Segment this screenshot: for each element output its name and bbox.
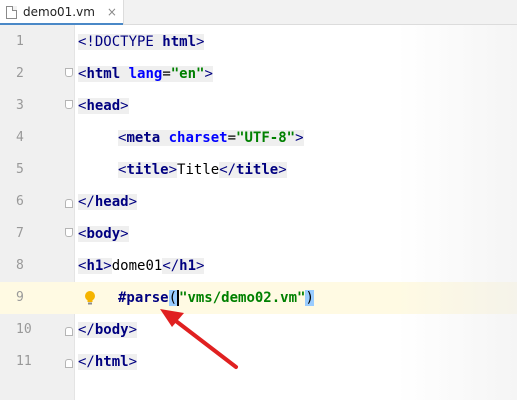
close-icon[interactable]: × [107, 6, 117, 18]
lightbulb-icon[interactable] [84, 290, 96, 306]
code-line[interactable]: 3 <head> [0, 90, 517, 122]
line-number: 5 [16, 162, 24, 177]
fold-open-icon[interactable] [65, 68, 73, 77]
code-line[interactable]: 1 <!DOCTYPE html> [0, 26, 517, 58]
line-number: 4 [16, 130, 24, 145]
code-line[interactable]: 7 <body> [0, 218, 517, 250]
line-number: 8 [16, 258, 24, 273]
code-line[interactable]: 11 </html> [0, 346, 517, 378]
line-number: 1 [16, 34, 24, 49]
code-text[interactable]: <head> [78, 90, 129, 122]
code-text[interactable]: <h1>dome01</h1> [78, 250, 205, 282]
code-text[interactable]: </body> [78, 314, 138, 346]
line-number: 2 [16, 66, 24, 81]
code-text[interactable]: <meta charset="UTF-8"> [118, 122, 304, 154]
code-line[interactable]: 6 </head> [0, 186, 517, 218]
code-line[interactable]: 5 <title>Title</title> [0, 154, 517, 186]
line-number: 6 [16, 194, 24, 209]
code-text[interactable]: <!DOCTYPE html> [78, 26, 205, 58]
file-icon [6, 5, 17, 19]
line-number: 11 [16, 354, 32, 369]
code-text[interactable]: </html> [78, 346, 138, 378]
code-text[interactable]: <body> [78, 218, 129, 250]
code-line[interactable]: 10 </body> [0, 314, 517, 346]
fold-open-icon[interactable] [65, 228, 73, 237]
matched-paren-close: ) [305, 290, 314, 306]
code-text[interactable]: <html lang="en"> [78, 58, 213, 90]
line-number: 9 [0, 282, 66, 314]
line-number: 7 [16, 226, 24, 241]
editor-tab-bar: demo01.vm × [0, 0, 517, 25]
line-number: 10 [16, 322, 32, 337]
code-line[interactable]: 8 <h1>dome01</h1> [0, 250, 517, 282]
tab-demo01[interactable]: demo01.vm × [0, 0, 124, 25]
code-line[interactable]: 4 <meta charset="UTF-8"> [0, 122, 517, 154]
matched-paren-open: ( [168, 290, 178, 306]
code-line[interactable]: 2 <html lang="en"> [0, 58, 517, 90]
fold-close-icon[interactable] [65, 359, 73, 368]
fold-close-icon[interactable] [65, 199, 73, 208]
fold-open-icon[interactable] [65, 100, 73, 109]
tab-label: demo01.vm [23, 5, 95, 19]
code-text[interactable]: #parse("vms/demo02.vm") [118, 282, 314, 314]
code-line-current[interactable]: 9 #parse("vms/demo02.vm") [0, 282, 517, 314]
code-text[interactable]: </head> [78, 186, 138, 218]
line-number: 3 [16, 98, 24, 113]
fold-close-icon[interactable] [65, 327, 73, 336]
code-text[interactable]: <title>Title</title> [118, 154, 287, 186]
